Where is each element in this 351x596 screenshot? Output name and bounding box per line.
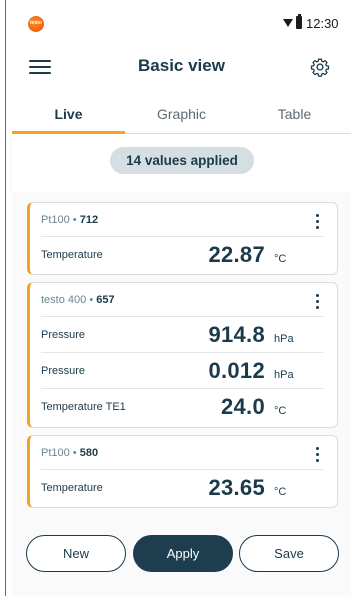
measurement-row: Temperature TE1 24.0 °C xyxy=(41,389,323,425)
measurement-unit: hPa xyxy=(274,369,294,381)
measurement-unit: hPa xyxy=(274,333,294,345)
app-header: Basic view xyxy=(12,38,351,98)
wifi-icon xyxy=(283,19,293,27)
testo-logo: testo xyxy=(28,16,44,32)
logo-text: testo xyxy=(30,20,42,26)
measurement-row: Pressure 914.8 hPa xyxy=(41,317,323,353)
probe-card-pt100-580: Pt100 • 580 Temperature 23.65 °C xyxy=(27,435,338,508)
measurement-label: Pressure xyxy=(41,365,86,377)
probe-card-pt100-712: Pt100 • 712 Temperature 22.87 °C xyxy=(27,202,338,275)
measurement-label: Temperature xyxy=(41,249,103,261)
measurement-value: 914.8 xyxy=(208,322,265,347)
measurement-unit: °C xyxy=(274,405,287,417)
page-title: Basic view xyxy=(138,56,225,75)
tab-live[interactable]: Live xyxy=(12,98,125,134)
measurement-unit: °C xyxy=(274,253,287,265)
probe-label: testo 400 • 657 xyxy=(41,294,115,306)
measurement-value: 24.0 xyxy=(220,394,265,419)
measurement-row: Temperature 22.87 °C xyxy=(41,237,323,273)
card-header: Pt100 • 580 xyxy=(41,436,323,470)
probe-card-testo400-657: testo 400 • 657 Pressure 914.8 hPa Press… xyxy=(27,282,338,428)
measurement-label: Pressure xyxy=(41,329,86,341)
more-options-icon[interactable] xyxy=(315,213,319,229)
measurement-row: Pressure 0.012 hPa xyxy=(41,353,323,389)
new-button[interactable]: New xyxy=(26,535,126,572)
save-button[interactable]: Save xyxy=(239,535,339,572)
view-tabs: Live Graphic Table xyxy=(12,98,351,134)
card-header: Pt100 • 712 xyxy=(41,203,323,237)
status-time: 12:30 xyxy=(306,16,339,31)
app-screen: testo 12:30 Basic view Live Graphic Tabl… xyxy=(12,8,351,596)
more-options-icon[interactable] xyxy=(315,446,319,462)
measurement-label: Temperature xyxy=(41,482,103,494)
status-bar: testo 12:30 xyxy=(12,8,351,38)
measurement-value: 22.87 xyxy=(208,242,265,267)
measurement-unit: °C xyxy=(274,486,287,498)
measurement-value: 23.65 xyxy=(208,475,265,500)
left-border-line xyxy=(5,0,6,596)
tab-table[interactable]: Table xyxy=(238,98,351,134)
card-header: testo 400 • 657 xyxy=(41,283,323,317)
info-bar: 14 values applied xyxy=(12,134,351,192)
measurement-row: Temperature 23.65 °C xyxy=(41,470,323,506)
measurement-value: 0.012 xyxy=(208,358,265,383)
apply-button[interactable]: Apply xyxy=(133,535,233,572)
more-options-icon[interactable] xyxy=(315,293,319,309)
probe-label: Pt100 • 580 xyxy=(41,447,99,459)
tab-graphic[interactable]: Graphic xyxy=(125,98,238,134)
probe-label: Pt100 • 712 xyxy=(41,214,99,226)
values-applied-badge: 14 values applied xyxy=(110,147,254,174)
gear-icon[interactable] xyxy=(310,57,330,77)
battery-icon xyxy=(296,14,302,29)
measurement-label: Temperature TE1 xyxy=(41,401,126,413)
